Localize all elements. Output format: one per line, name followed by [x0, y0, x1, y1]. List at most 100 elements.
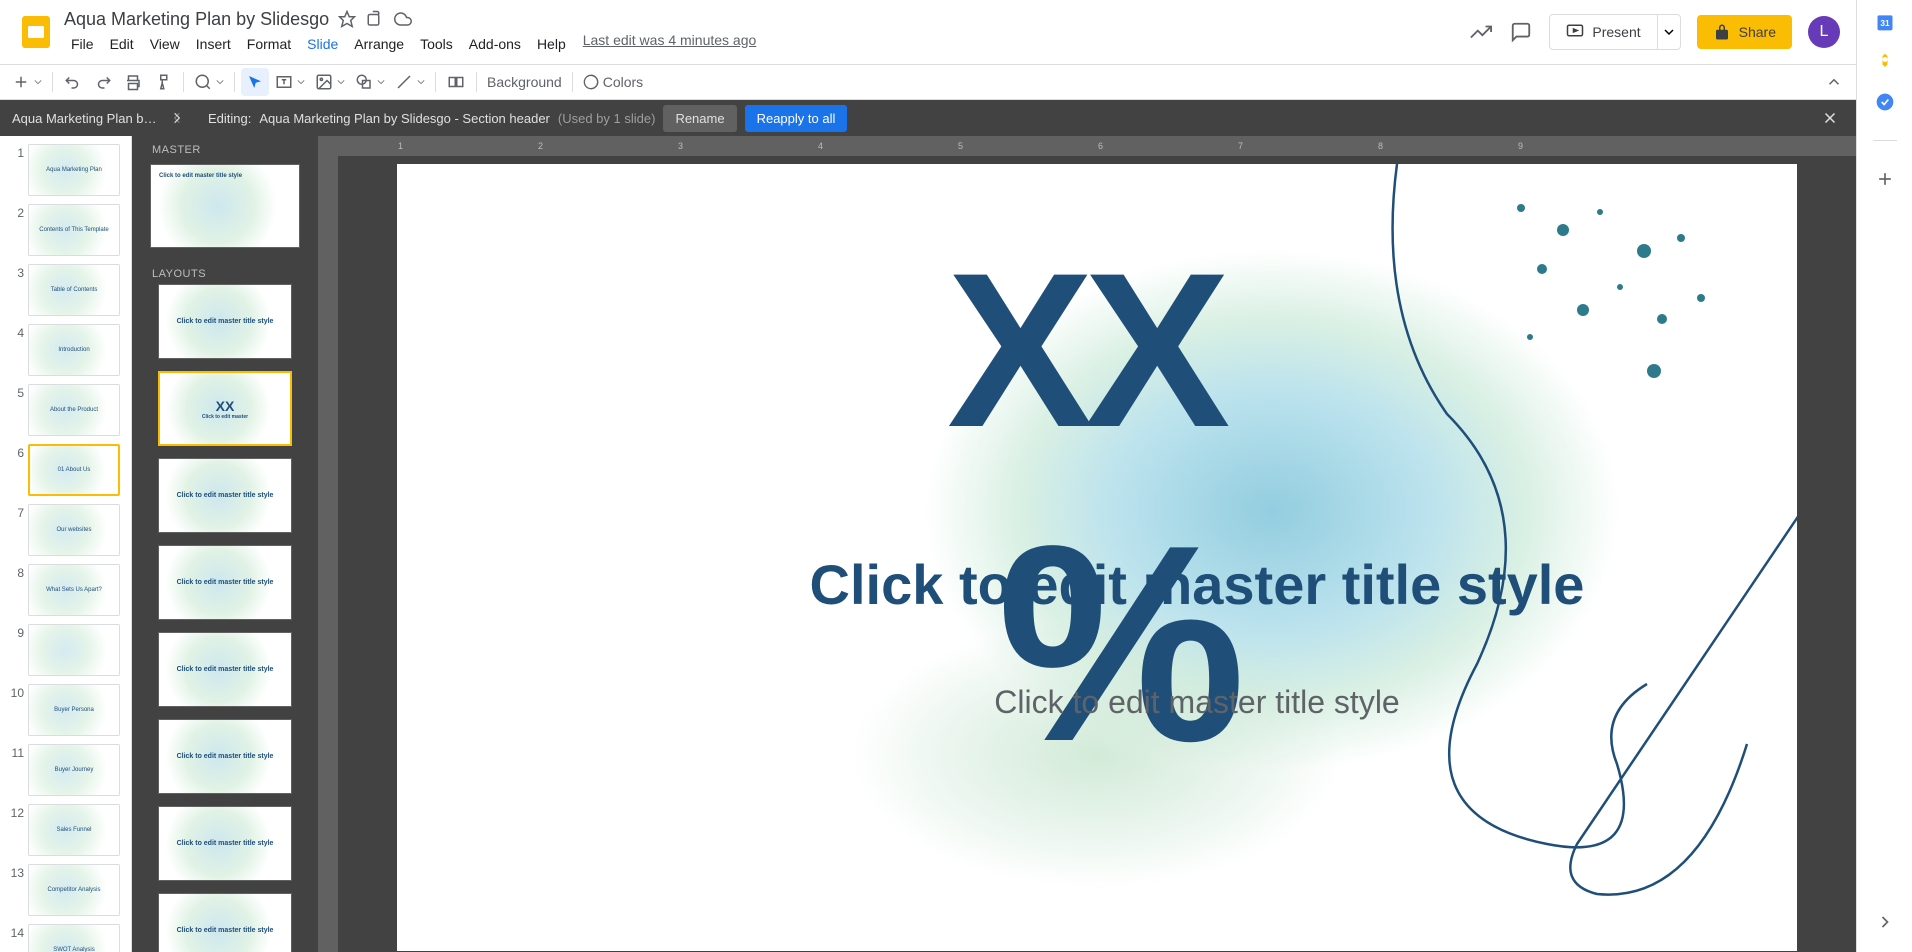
- collapse-toolbar-button[interactable]: [1820, 68, 1848, 96]
- slide-thumbnail[interactable]: 01 About Us: [28, 444, 120, 496]
- layout-thumbnail[interactable]: Click to edit master title style: [158, 632, 292, 707]
- star-icon[interactable]: [337, 9, 357, 29]
- master-title-placeholder[interactable]: Click to edit master title style: [797, 554, 1597, 616]
- slide-thumbnail[interactable]: SWOT Analysis: [28, 924, 120, 952]
- text-box-tool[interactable]: [271, 68, 309, 96]
- select-tool[interactable]: [241, 68, 269, 96]
- slide-thumbnail[interactable]: Table of Contents: [28, 264, 120, 316]
- add-addon-icon[interactable]: [1875, 169, 1895, 189]
- menu-format[interactable]: Format: [240, 32, 298, 56]
- ruler-tick: 5: [958, 141, 963, 151]
- keep-icon[interactable]: [1875, 52, 1895, 72]
- ruler-tick: 4: [818, 141, 823, 151]
- filmstrip[interactable]: 1Aqua Marketing Plan 2Contents of This Te…: [0, 136, 132, 952]
- slide-thumbnail[interactable]: Buyer Journey: [28, 744, 120, 796]
- slide-thumb-row[interactable]: 4Introduction: [4, 324, 127, 376]
- slide-thumbnail[interactable]: Sales Funnel: [28, 804, 120, 856]
- slide-thumb-row[interactable]: 601 About Us: [4, 444, 127, 496]
- slide-thumbnail[interactable]: Aqua Marketing Plan: [28, 144, 120, 196]
- layout-thumbnail[interactable]: Click to edit master title style: [158, 545, 292, 620]
- slide-thumb-row[interactable]: 10Buyer Persona: [4, 684, 127, 736]
- background-button[interactable]: Background: [483, 68, 566, 96]
- layout-thumbnail[interactable]: Click to edit master title style: [158, 284, 292, 359]
- shape-tool[interactable]: [351, 68, 389, 96]
- zoom-button[interactable]: [190, 68, 228, 96]
- present-button[interactable]: Present: [1549, 14, 1657, 50]
- ruler-tick: 8: [1378, 141, 1383, 151]
- move-icon[interactable]: [365, 9, 385, 29]
- decorative-dots: [1497, 194, 1747, 444]
- slides-app-icon[interactable]: [16, 12, 56, 52]
- menu-view[interactable]: View: [143, 32, 187, 56]
- undo-button[interactable]: [59, 68, 87, 96]
- layout-thumbnail[interactable]: Click to edit master title style: [158, 719, 292, 794]
- close-theme-builder-button[interactable]: [1812, 100, 1848, 136]
- slide-thumbnail[interactable]: What Sets Us Apart?: [28, 564, 120, 616]
- slide-thumbnail[interactable]: About the Product: [28, 384, 120, 436]
- new-slide-button[interactable]: [8, 68, 46, 96]
- menu-arrange[interactable]: Arrange: [347, 32, 411, 56]
- slide-thumb-row[interactable]: 7Our websites: [4, 504, 127, 556]
- master-thumbnail[interactable]: Click to edit master title style: [150, 164, 300, 248]
- transition-button[interactable]: [442, 68, 470, 96]
- menu-insert[interactable]: Insert: [189, 32, 238, 56]
- redo-button[interactable]: [89, 68, 117, 96]
- print-button[interactable]: [119, 68, 147, 96]
- slide-thumb-row[interactable]: 12Sales Funnel: [4, 804, 127, 856]
- present-label: Present: [1592, 24, 1640, 40]
- slide-thumb-row[interactable]: 14SWOT Analysis: [4, 924, 127, 952]
- title-bar: Aqua Marketing Plan by Slidesgo File Edi…: [0, 0, 1856, 64]
- menu-edit[interactable]: Edit: [103, 32, 141, 56]
- slide-thumbnail[interactable]: [28, 624, 120, 676]
- menu-tools[interactable]: Tools: [413, 32, 460, 56]
- percent-symbol[interactable]: %: [997, 484, 1246, 805]
- vertical-ruler[interactable]: [318, 156, 338, 952]
- slide-thumbnail[interactable]: Competitor Analysis: [28, 864, 120, 916]
- paint-format-button[interactable]: [149, 68, 177, 96]
- slide-thumb-row[interactable]: 1Aqua Marketing Plan: [4, 144, 127, 196]
- slide-thumb-row[interactable]: 13Competitor Analysis: [4, 864, 127, 916]
- menu-addons[interactable]: Add-ons: [462, 32, 528, 56]
- slide-thumb-row[interactable]: 9: [4, 624, 127, 676]
- big-placeholder-text[interactable]: XX: [947, 224, 1220, 477]
- line-tool[interactable]: [391, 68, 429, 96]
- slide-thumb-row[interactable]: 2Contents of This Template: [4, 204, 127, 256]
- cloud-icon[interactable]: [393, 9, 413, 29]
- rename-button[interactable]: Rename: [663, 105, 736, 132]
- activity-icon[interactable]: [1469, 20, 1493, 44]
- menu-slide[interactable]: Slide: [300, 32, 345, 56]
- horizontal-ruler[interactable]: 123456789: [338, 136, 1856, 156]
- slide-thumb-row[interactable]: 8What Sets Us Apart?: [4, 564, 127, 616]
- slide-thumb-row[interactable]: 11Buyer Journey: [4, 744, 127, 796]
- slide-canvas[interactable]: XX % Click to edit master title style Cl…: [397, 164, 1797, 951]
- slide-thumb-row[interactable]: 3Table of Contents: [4, 264, 127, 316]
- reapply-button[interactable]: Reapply to all: [745, 105, 848, 132]
- share-button[interactable]: Share: [1697, 15, 1792, 49]
- slide-thumbnail[interactable]: Contents of This Template: [28, 204, 120, 256]
- present-dropdown[interactable]: [1658, 14, 1681, 50]
- layout-thumbnail[interactable]: Click to edit master title style: [158, 806, 292, 881]
- theme-selector-dropdown[interactable]: Aqua Marketing Plan by Slidesgo: [0, 100, 196, 136]
- menu-file[interactable]: File: [64, 32, 101, 56]
- master-subtitle-placeholder[interactable]: Click to edit master title style: [797, 684, 1597, 721]
- master-layout-panel[interactable]: MASTER Click to edit master title style …: [132, 136, 318, 952]
- layout-thumbnail[interactable]: XXClick to edit master: [158, 371, 292, 446]
- collapse-side-panel-icon[interactable]: [1875, 912, 1895, 932]
- layouts-section-label: LAYOUTS: [132, 260, 318, 284]
- comments-icon[interactable]: [1509, 20, 1533, 44]
- colors-button[interactable]: Colors: [579, 68, 647, 96]
- slide-thumb-row[interactable]: 5About the Product: [4, 384, 127, 436]
- user-avatar[interactable]: L: [1808, 16, 1840, 48]
- slide-thumbnail[interactable]: Our websites: [28, 504, 120, 556]
- slide-thumbnail[interactable]: Buyer Persona: [28, 684, 120, 736]
- last-edit-link[interactable]: Last edit was 4 minutes ago: [583, 32, 757, 56]
- slide-number: 6: [4, 444, 24, 460]
- image-tool[interactable]: [311, 68, 349, 96]
- tasks-icon[interactable]: [1875, 92, 1895, 112]
- layout-thumbnail[interactable]: Click to edit master title style: [158, 458, 292, 533]
- layout-thumbnail[interactable]: Click to edit master title style: [158, 893, 292, 952]
- slide-thumbnail[interactable]: Introduction: [28, 324, 120, 376]
- document-title[interactable]: Aqua Marketing Plan by Slidesgo: [64, 9, 329, 30]
- calendar-icon[interactable]: 31: [1875, 12, 1895, 32]
- menu-help[interactable]: Help: [530, 32, 573, 56]
